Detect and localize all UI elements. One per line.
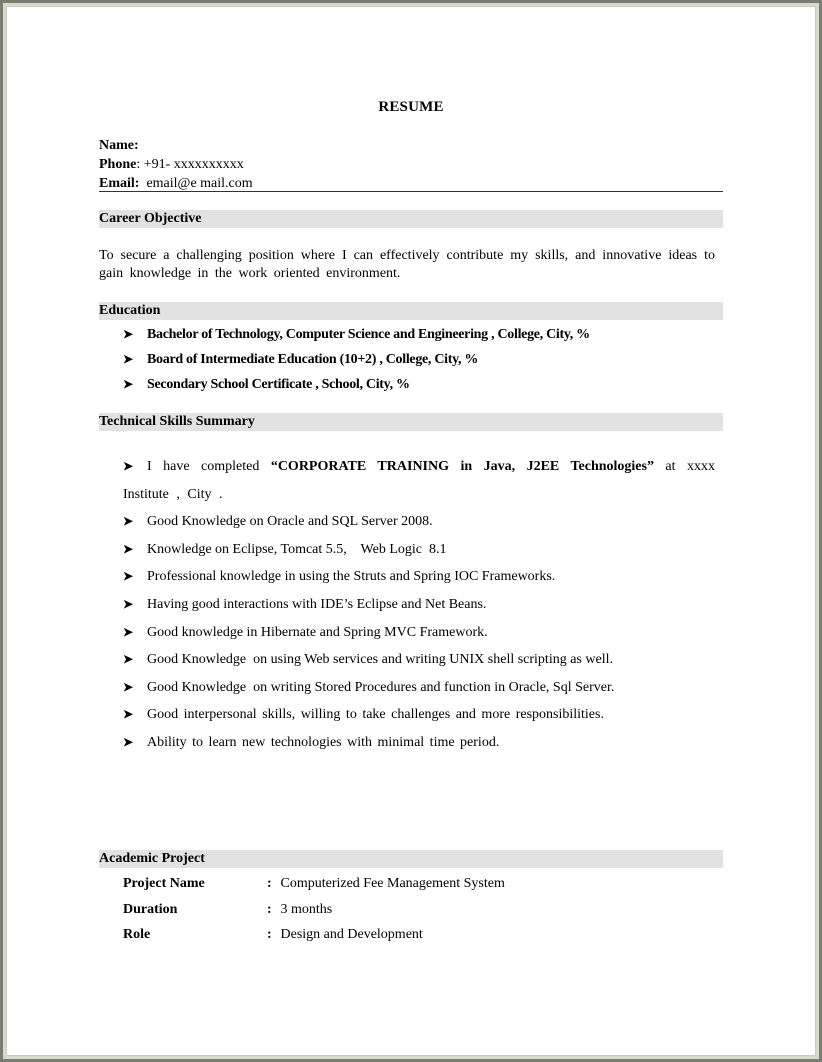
arrow-bullet-icon: ➤ [123, 625, 134, 639]
education-item-text: Secondary School Certificate , School, C… [147, 377, 410, 392]
arrow-bullet-icon: ➤ [123, 352, 133, 366]
skill-item-text: Good interpersonal skills, willing to ta… [147, 707, 604, 722]
skill-item-text: Good knowledge in Hibernate and Spring M… [147, 625, 488, 640]
arrow-bullet-icon: ➤ [123, 597, 134, 611]
arrow-bullet-icon: ➤ [123, 459, 134, 473]
skill-item: ➤ Good Knowledge on writing Stored Proced… [123, 673, 715, 702]
header-divider [99, 191, 723, 192]
email-label: Email: [99, 176, 140, 191]
arrow-bullet-icon: ➤ [123, 735, 134, 749]
arrow-bullet-icon: ➤ [123, 542, 134, 556]
section-heading-technical-skills: Technical Skills Summary [99, 413, 723, 431]
arrow-bullet-icon: ➤ [123, 327, 133, 341]
section-heading-education: Education [99, 302, 723, 320]
education-item-text: Board of Intermediate Education (10+2) ,… [147, 352, 479, 367]
education-item: ➤ Board of Intermediate Education (10+2) … [123, 352, 478, 368]
name-line: Name: [99, 136, 723, 155]
arrow-bullet-icon: ➤ [123, 652, 134, 666]
arrow-bullet-icon: ➤ [123, 680, 134, 694]
section-heading-academic-project: Academic Project [99, 850, 723, 868]
arrow-bullet-icon: ➤ [123, 707, 134, 721]
skill-item-text: Having good interactions with IDE’s Ecli… [147, 597, 487, 612]
arrow-bullet-icon: ➤ [123, 514, 134, 528]
phone-value: : +91- xxxxxxxxxx [136, 157, 244, 172]
education-item: ➤ Secondary School Certificate , School, … [123, 377, 410, 393]
project-key: Role [123, 927, 151, 942]
skill-item: ➤ Good knowledge in Hibernate and Spring … [123, 618, 715, 647]
project-value: Computerized Fee Management System [280, 876, 505, 891]
education-item: ➤ Bachelor of Technology, Computer Scienc… [123, 327, 590, 343]
phone-label: Phone [99, 157, 137, 172]
project-value: 3 months [280, 902, 333, 917]
phone-line: Phone: +91- xxxxxxxxxx [99, 155, 723, 174]
skill-item: ➤ Having good interactions with IDE’s Ecl… [123, 590, 715, 619]
project-value: Design and Development [280, 927, 423, 942]
section-heading-career-objective: Career Objective [99, 210, 723, 228]
skill-item: ➤ Good interpersonal skills, willing to t… [123, 700, 715, 729]
contact-block: Name: Phone: +91- xxxxxxxxxx Email: emai… [99, 136, 723, 193]
skill-item-text: Good Knowledge on Oracle and SQL Server … [147, 514, 433, 529]
skill-item: ➤ Good Knowledge on using Web services an… [123, 645, 715, 674]
skill-item-text: Good Knowledge on using Web services and… [147, 652, 613, 667]
skill-item: ➤ Good Knowledge on Oracle and SQL Server… [123, 507, 715, 536]
arrow-bullet-icon: ➤ [123, 569, 134, 583]
project-key: Duration [123, 902, 178, 917]
skill-item-text: I have completed [147, 459, 271, 474]
project-colon: : [267, 927, 272, 942]
skill-item-highlight: “CORPORATE TRAINING in Java, J2EE Techno… [270, 459, 654, 474]
project-colon: : [267, 902, 272, 917]
project-key: Project Name [123, 876, 205, 891]
email-value: email@e mail.com [146, 176, 253, 191]
arrow-bullet-icon: ➤ [123, 377, 133, 391]
career-objective-text: To secure a challenging position where I… [99, 248, 715, 281]
skill-item: ➤ Knowledge on Eclipse, Tomcat 5.5, Web L… [123, 535, 715, 564]
skill-item-text: Good Knowledge on writing Stored Procedu… [147, 680, 615, 695]
project-colon: : [267, 876, 272, 891]
skill-item: ➤ Professional knowledge in using the Str… [123, 562, 715, 591]
skill-item-text: Professional knowledge in using the Stru… [147, 569, 556, 584]
resume-title: RESUME [378, 99, 444, 115]
skill-item-text: Knowledge on Eclipse, Tomcat 5.5, Web Lo… [147, 542, 447, 557]
project-row-duration: Duration: 3 months [123, 902, 332, 918]
project-row-role: Role: Design and Development [123, 927, 423, 943]
skill-item: ➤ Ability to learn new technologies with … [123, 728, 715, 757]
project-row-name: Project Name: Computerized Fee Managemen… [123, 876, 505, 892]
education-item-text: Bachelor of Technology, Computer Science… [147, 327, 590, 342]
name-label: Name: [99, 138, 139, 153]
skill-item: ➤ I have completed “CORPORATE TRAINING in… [123, 452, 715, 509]
skill-item-text: Ability to learn new technologies with m… [147, 735, 500, 750]
